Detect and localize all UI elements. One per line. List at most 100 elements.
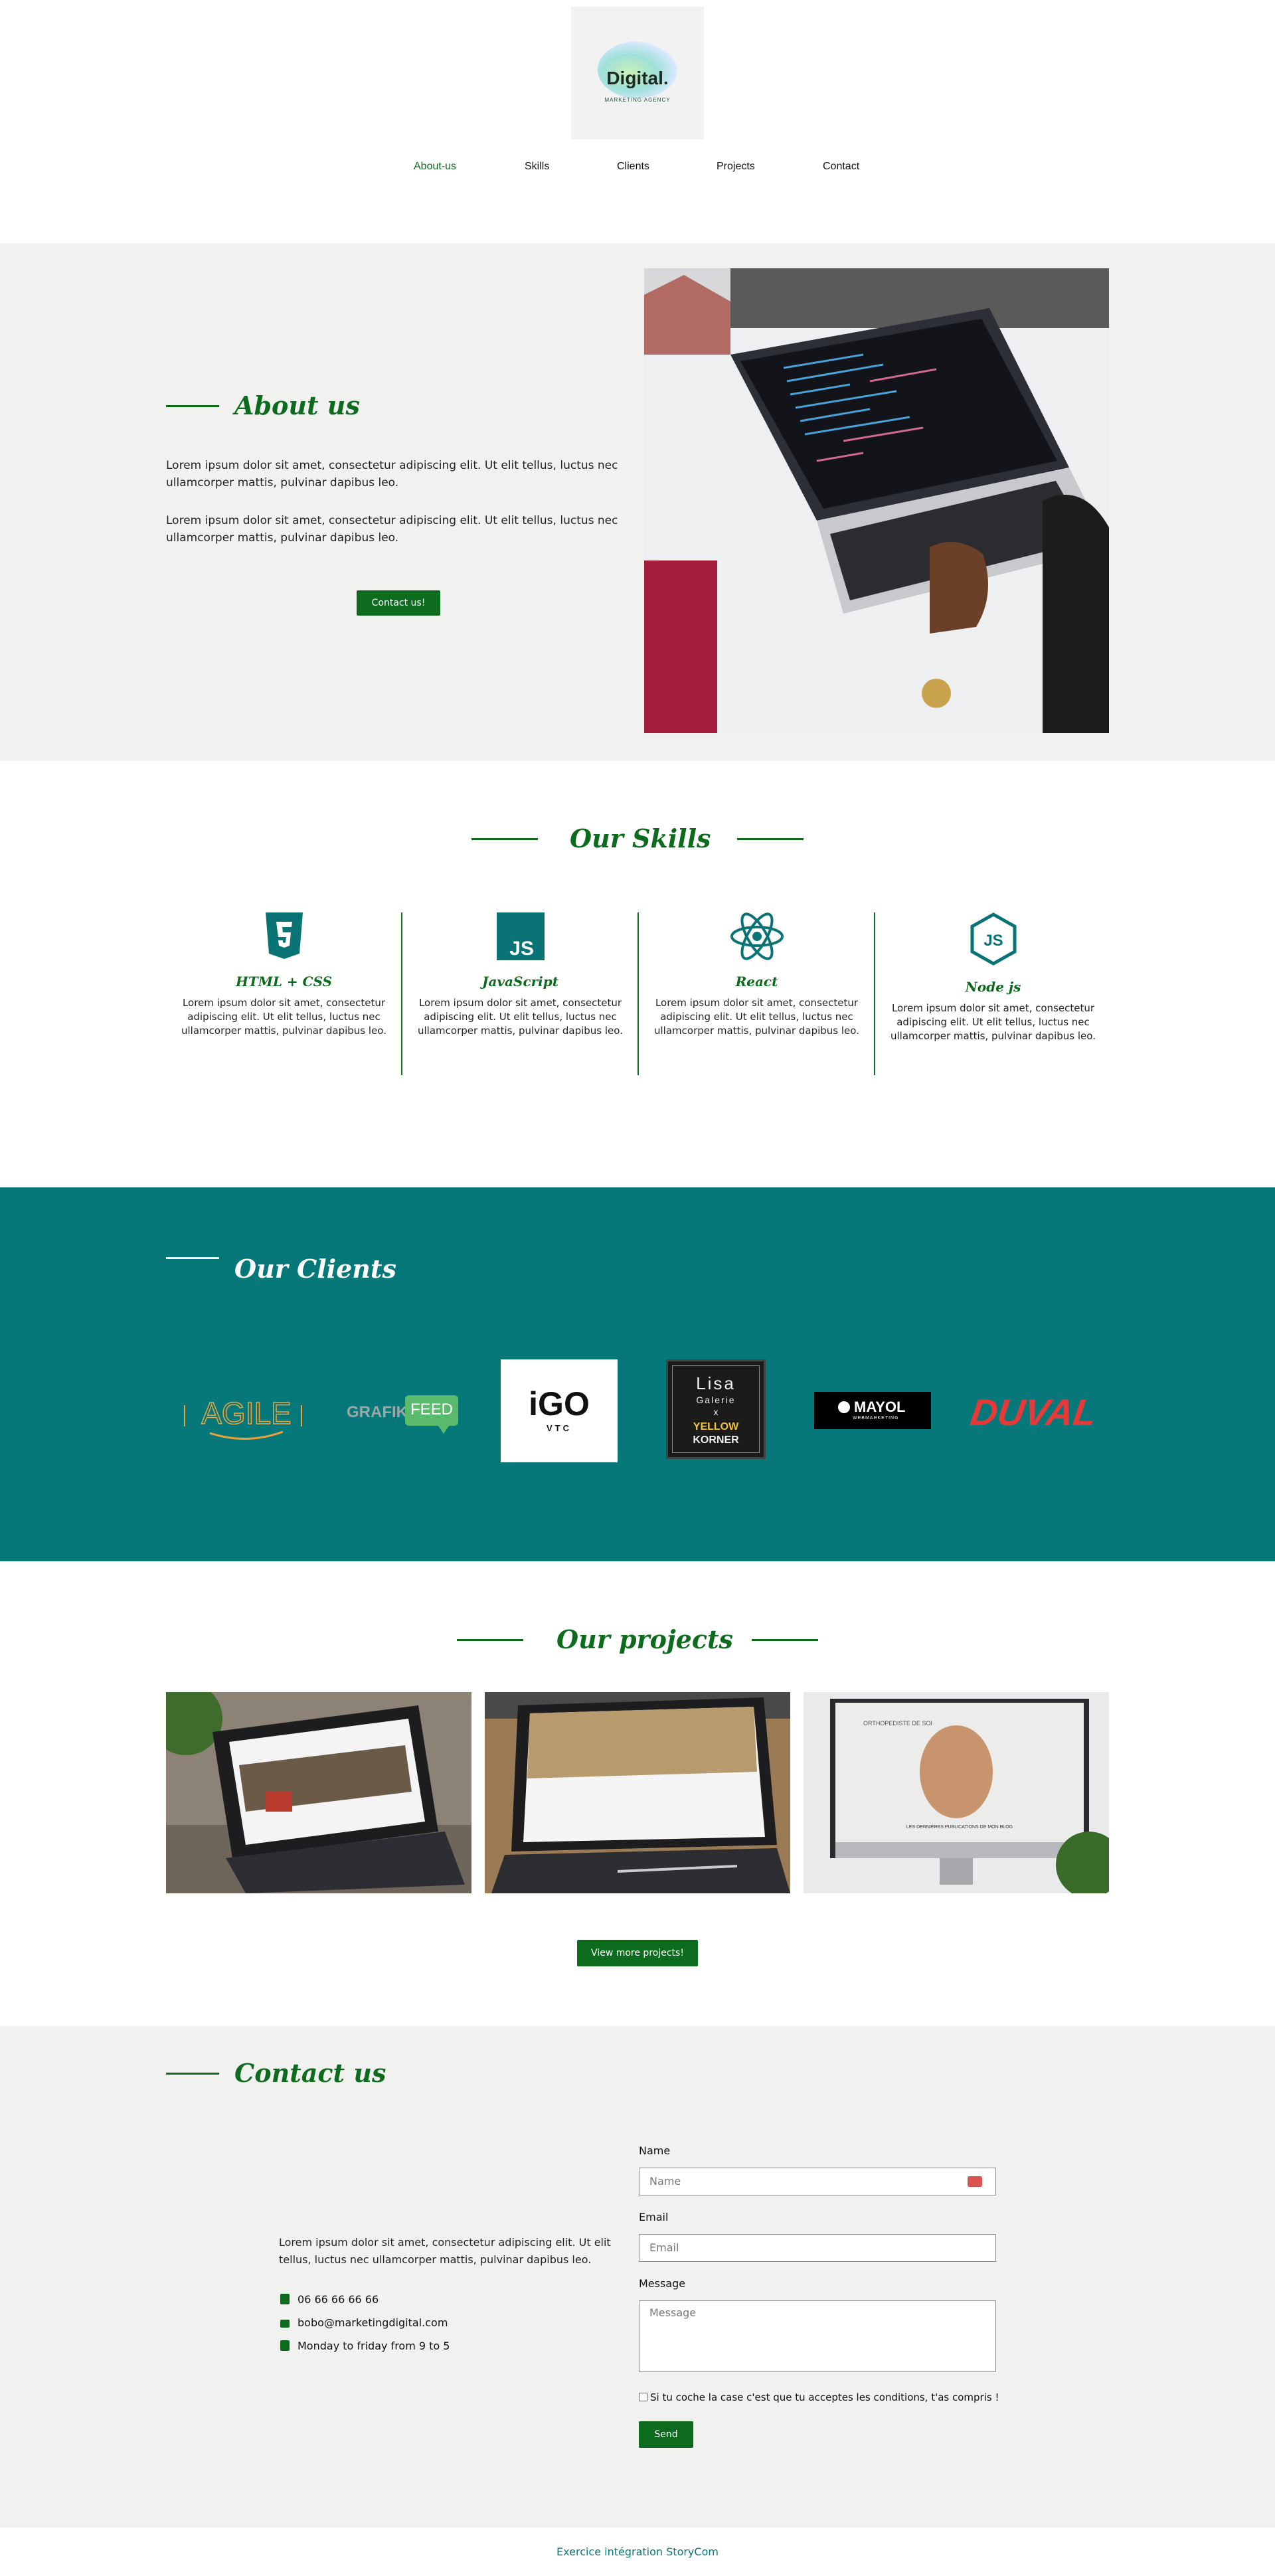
name-input[interactable]: Name <box>639 2168 996 2195</box>
lisa-x-text: x <box>713 1407 719 1417</box>
clients-title: Our Clients <box>234 1254 396 1284</box>
skill-card-react: React Lorem ipsum dolor sit amet, consec… <box>639 912 875 1078</box>
message-placeholder: Message <box>649 2306 697 2319</box>
projects-title: Our projects <box>556 1624 733 1654</box>
mayol-text: MAYOL <box>854 1399 906 1415</box>
skills-section: Our Skills HTML + CSS Lorem ipsum dolor … <box>0 761 1275 1187</box>
yellow-text: YELLOW <box>693 1421 739 1432</box>
contact-us-button[interactable]: Contact us! <box>357 590 440 616</box>
title-decoration-line-left <box>471 838 538 840</box>
project-image-1[interactable] <box>166 1692 471 1893</box>
skill-title: Node js <box>965 979 1021 995</box>
send-button[interactable]: Send <box>639 2421 693 2448</box>
galerie-text: Galerie <box>696 1395 736 1405</box>
nav-clients[interactable]: Clients <box>617 161 649 173</box>
brand-tagline: MARKETING AGENCY <box>604 97 671 103</box>
lisa-text: Lisa <box>696 1373 736 1393</box>
igo-sub-text: VTC <box>547 1423 572 1433</box>
email-text: bobo@marketingdigital.com <box>298 2316 448 2329</box>
consent-checkbox[interactable] <box>639 2393 647 2401</box>
nodejs-icon: JS <box>970 912 1016 966</box>
contact-title: Contact us <box>234 2058 386 2088</box>
skill-description: Lorem ipsum dolor sit amet, consectetur … <box>891 1002 1096 1042</box>
skill-description: Lorem ipsum dolor sit amet, consectetur … <box>654 997 859 1037</box>
skill-description: Lorem ipsum dolor sit amet, consectetur … <box>418 997 623 1037</box>
contact-hours: Monday to friday from 9 to 5 <box>280 2340 450 2352</box>
project-image-2[interactable] <box>485 1692 790 1893</box>
about-paragraph-1: Lorem ipsum dolor sit amet, consectetur … <box>166 459 618 489</box>
react-icon <box>730 912 784 960</box>
name-placeholder: Name <box>649 2175 681 2188</box>
title-decoration-line-right <box>752 1639 818 1641</box>
view-more-projects-button[interactable]: View more projects! <box>577 1940 698 1966</box>
skills-title: Our Skills <box>570 823 711 853</box>
client-logo-grafik-feed: GRAFIK FEED <box>345 1390 458 1434</box>
title-decoration-line <box>166 1257 219 1259</box>
site-header: Digital. MARKETING AGENCY About-us Skill… <box>0 0 1275 243</box>
svg-text:JS: JS <box>983 932 1003 950</box>
phone-text: 06 66 66 66 66 <box>298 2293 379 2306</box>
about-section: About us Lorem ipsum dolor sit amet, con… <box>0 243 1275 761</box>
contact-section: Contact us Lorem ipsum dolor sit amet, c… <box>0 2026 1275 2528</box>
korner-text: KORNER <box>693 1434 739 1446</box>
nav-about-us[interactable]: About-us <box>414 161 456 173</box>
skill-card-javascript: JS JavaScript Lorem ipsum dolor sit amet… <box>402 912 638 1078</box>
project-image-3[interactable]: ORTHOPEDISTE DE SOI LES DERNIÈRES PUBLIC… <box>804 1692 1109 1893</box>
contact-phone: 06 66 66 66 66 <box>280 2293 379 2306</box>
client-logo-duval: DUVAL <box>968 1387 1100 1437</box>
title-decoration-line <box>166 405 219 407</box>
svg-text:JS: JS <box>509 938 534 960</box>
feed-text: FEED <box>410 1401 453 1418</box>
imac-mockup: ORTHOPEDISTE DE SOI LES DERNIÈRES PUBLIC… <box>804 1692 1109 1893</box>
skill-title: React <box>735 974 778 989</box>
html5-icon <box>265 912 303 959</box>
mayol-sub-text: WEBMARKETING <box>853 1416 899 1420</box>
tablet-mockup-2 <box>485 1692 790 1893</box>
email-input[interactable]: Email <box>639 2234 996 2262</box>
hours-text: Monday to friday from 9 to 5 <box>298 2340 450 2352</box>
phone-icon <box>280 2294 290 2304</box>
footer-text: Exercice intégration StoryCom <box>556 2545 719 2558</box>
mock-screen-heading: ORTHOPEDISTE DE SOI <box>863 1720 932 1727</box>
client-logo-lisa-galerie: Lisa Galerie x YELLOW KORNER <box>666 1359 766 1459</box>
mayol-circle-icon <box>838 1401 850 1413</box>
about-paragraph-2: Lorem ipsum dolor sit amet, consectetur … <box>166 514 618 545</box>
name-label: Name <box>639 2144 671 2157</box>
site-footer: Exercice intégration StoryCom <box>0 2528 1275 2576</box>
nav-projects[interactable]: Projects <box>717 161 755 173</box>
brand-logo[interactable]: Digital. MARKETING AGENCY <box>571 7 704 139</box>
contact-intro: Lorem ipsum dolor sit amet, consectetur … <box>279 2236 611 2266</box>
igo-logo-text: iGO <box>529 1385 590 1422</box>
skill-title: HTML + CSS <box>235 974 333 989</box>
projects-section: Our projects ORTHOPEDISTE DE SOI LES DER… <box>0 1561 1275 2026</box>
envelope-icon <box>280 2320 290 2328</box>
title-decoration-line <box>166 2073 219 2075</box>
clients-section: Our Clients AGILE GRAFIK FEED iGO VTC Li… <box>0 1187 1275 1561</box>
javascript-icon: JS <box>496 912 545 960</box>
client-logo-mayol: MAYOL WEBMARKETING <box>814 1392 931 1429</box>
autofill-key-icon[interactable] <box>968 2176 982 2187</box>
mock-screen-caption: LES DERNIÈRES PUBLICATIONS DE MON BLOG <box>906 1824 1013 1830</box>
laptop-illustration <box>644 268 1109 733</box>
tablet-mockup-1 <box>166 1692 471 1893</box>
email-placeholder: Email <box>649 2241 679 2254</box>
message-textarea[interactable]: Message <box>639 2300 996 2372</box>
about-title: About us <box>234 390 360 420</box>
duval-text: DUVAL <box>968 1391 1100 1433</box>
agile-logo-text: AGILE <box>201 1396 292 1430</box>
agile-logo: AGILE <box>184 1395 302 1440</box>
skill-card-html-css: HTML + CSS Lorem ipsum dolor sit amet, c… <box>166 912 402 1078</box>
consent-text: Si tu coche la case c'est que tu accepte… <box>650 2391 999 2403</box>
calendar-icon <box>280 2340 290 2351</box>
email-label: Email <box>639 2211 669 2223</box>
brand-name: Digital. <box>606 68 669 88</box>
skill-title: JavaScript <box>482 974 558 989</box>
client-logo-igo-vtc: iGO VTC <box>501 1359 618 1462</box>
nav-contact[interactable]: Contact <box>823 161 859 173</box>
title-decoration-line-left <box>457 1639 523 1641</box>
main-navigation: About-us Skills Clients Projects Contact <box>0 161 1275 177</box>
skill-card-nodejs: JS Node js Lorem ipsum dolor sit amet, c… <box>875 912 1111 1078</box>
nav-skills[interactable]: Skills <box>525 161 549 173</box>
grafik-text: GRAFIK <box>347 1403 408 1421</box>
contact-email: bobo@marketingdigital.com <box>280 2316 448 2329</box>
